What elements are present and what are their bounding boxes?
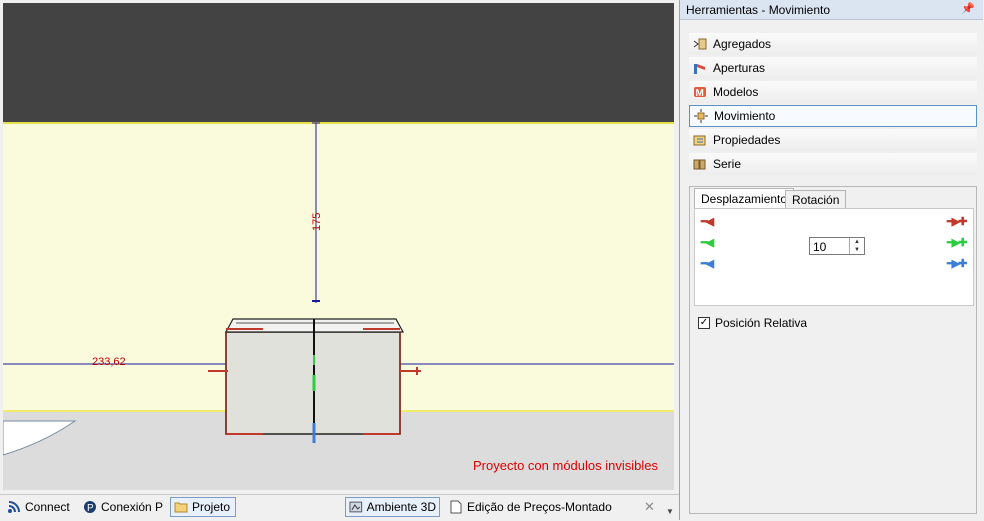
relative-position-label: Posición Relativa bbox=[715, 316, 808, 330]
move-z-negative-button[interactable]: ━◀ bbox=[701, 257, 714, 270]
tool-modelos-label: Modelos bbox=[713, 85, 759, 99]
tab-conexion-label: Conexión P bbox=[101, 500, 164, 514]
move-z-positive-button[interactable]: ━▶✚ bbox=[947, 257, 967, 270]
3d-scene-icon bbox=[349, 501, 363, 513]
panel-title-bar: Herramientas - Movimiento 📌 bbox=[680, 0, 983, 20]
tab-connect-label: Connect bbox=[25, 500, 70, 514]
properties-icon bbox=[693, 135, 706, 146]
tools-panel: Herramientas - Movimiento 📌 Agregados Ap… bbox=[679, 0, 984, 520]
spin-up-icon[interactable]: ▲ bbox=[850, 238, 864, 246]
tab-edicao-precos-label: Edição de Preços-Montado bbox=[467, 500, 612, 514]
document-tab-bar: Connect P Conexión P Projeto Ambiente 3D… bbox=[0, 494, 680, 521]
tool-propiedades[interactable]: Propiedades bbox=[689, 129, 977, 151]
move-icon bbox=[694, 109, 708, 123]
tool-movimiento-label: Movimiento bbox=[714, 109, 776, 123]
relative-position-checkbox[interactable]: ✓ bbox=[698, 317, 710, 329]
tool-agregados-label: Agregados bbox=[713, 37, 772, 51]
models-icon: M bbox=[694, 87, 706, 99]
tool-movimiento[interactable]: Movimiento bbox=[689, 105, 977, 127]
tool-propiedades-label: Propiedades bbox=[713, 133, 781, 147]
series-icon bbox=[693, 159, 706, 170]
vertical-dimension-value: 175 bbox=[311, 213, 323, 231]
tool-serie[interactable]: Serie bbox=[689, 153, 977, 175]
back-wall-dark bbox=[3, 3, 674, 123]
displacement-content: ━◀ ━◀ ━◀ ━▶✚ ━▶✚ ━▶✚ 10 ▲ ▼ bbox=[694, 208, 974, 306]
aggregates-icon bbox=[693, 38, 707, 50]
tool-aperturas[interactable]: Aperturas bbox=[689, 57, 977, 79]
svg-text:P: P bbox=[87, 503, 94, 514]
pin-icon[interactable]: 📌 bbox=[961, 2, 975, 15]
tab-rotacion[interactable]: Rotación bbox=[785, 190, 847, 208]
tool-serie-label: Serie bbox=[713, 157, 742, 171]
step-value: 10 bbox=[813, 240, 827, 254]
tab-edicao-precos[interactable]: Edição de Preços-Montado bbox=[446, 497, 615, 517]
svg-text:M: M bbox=[696, 88, 704, 99]
tool-aperturas-label: Aperturas bbox=[713, 61, 766, 75]
tab-connect[interactable]: Connect bbox=[4, 497, 73, 517]
connection-icon: P bbox=[84, 501, 96, 514]
move-y-positive-button[interactable]: ━▶✚ bbox=[947, 236, 967, 249]
scroll-down-icon[interactable]: ▼ bbox=[666, 507, 674, 516]
3d-viewport[interactable]: 175 233,62 Proyecto con módulos invisibl… bbox=[3, 3, 674, 490]
tab-ambiente-3d-label: Ambiente 3D bbox=[366, 500, 436, 514]
step-stepper[interactable]: 10 ▲ ▼ bbox=[809, 237, 865, 255]
tab-conexion[interactable]: P Conexión P bbox=[80, 497, 166, 517]
move-y-negative-button[interactable]: ━◀ bbox=[701, 236, 714, 249]
relative-position-row[interactable]: ✓ Posición Relativa bbox=[698, 316, 807, 330]
panel-title: Herramientas - Movimiento bbox=[686, 3, 831, 17]
move-x-positive-button[interactable]: ━▶✚ bbox=[947, 215, 967, 228]
tool-agregados[interactable]: Agregados bbox=[689, 33, 977, 55]
status-message: Proyecto con módulos invisibles bbox=[473, 458, 658, 473]
move-x-negative-button[interactable]: ━◀ bbox=[701, 215, 714, 228]
tab-ambiente-3d[interactable]: Ambiente 3D bbox=[345, 497, 440, 517]
spin-down-icon[interactable]: ▼ bbox=[850, 246, 864, 254]
rss-icon bbox=[8, 501, 20, 513]
horizontal-dimension-value: 233,62 bbox=[92, 356, 126, 368]
openings-icon bbox=[694, 64, 705, 74]
tab-desplazamiento[interactable]: Desplazamiento bbox=[694, 188, 795, 208]
tab-projeto[interactable]: Projeto bbox=[170, 497, 236, 517]
movement-tool-area: Desplazamiento Rotación ━◀ ━◀ ━◀ ━▶✚ ━▶✚… bbox=[689, 186, 977, 514]
scene-canvas: 175 233,62 bbox=[3, 3, 674, 490]
document-icon bbox=[450, 500, 462, 514]
close-icon[interactable]: ✕ bbox=[644, 499, 655, 515]
tool-modelos[interactable]: M Modelos bbox=[689, 81, 977, 103]
tab-projeto-label: Projeto bbox=[192, 500, 231, 514]
folder-icon bbox=[174, 502, 188, 513]
